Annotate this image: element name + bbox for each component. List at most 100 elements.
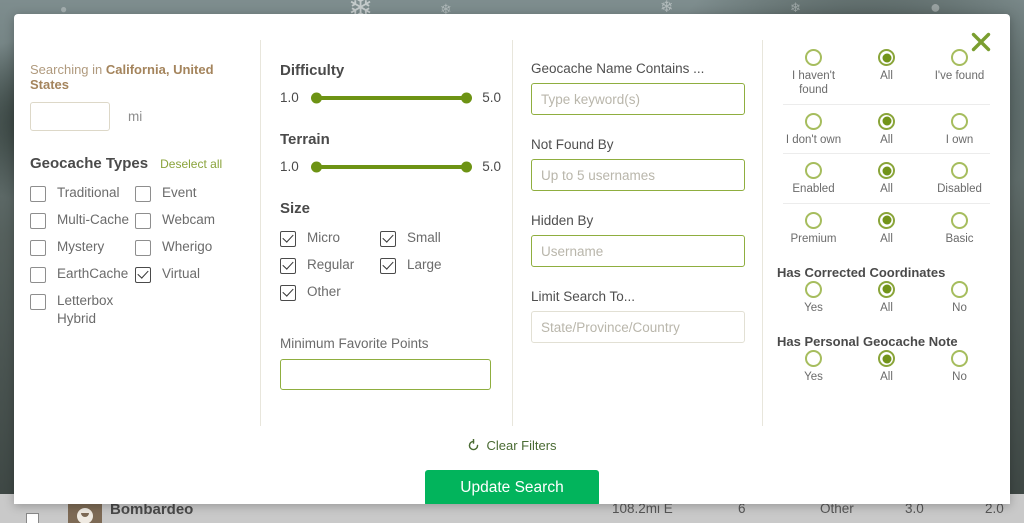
radio-label: All xyxy=(880,301,893,314)
radio-row: I don't own All I own xyxy=(777,112,996,147)
checkbox-box-icon xyxy=(30,267,46,283)
name-contains-input[interactable] xyxy=(531,83,745,115)
radio-icon xyxy=(805,280,822,298)
clear-filters-label: Clear Filters xyxy=(486,438,557,453)
checkbox-letterbox-hybrid[interactable]: Letterbox Hybrid xyxy=(30,292,135,334)
checkbox-size-large[interactable]: Large xyxy=(380,256,501,283)
radio-icon xyxy=(951,162,968,180)
difficulty-slider-handle-min[interactable] xyxy=(311,92,322,103)
radio-option-i-own[interactable]: I own xyxy=(923,112,996,147)
checkbox-label: Traditional xyxy=(57,185,120,200)
radio-option-found-all[interactable]: All xyxy=(850,49,923,98)
checkbox-size-regular[interactable]: Regular xyxy=(280,256,380,283)
checkbox-box-checked-icon xyxy=(380,258,396,274)
radio-icon xyxy=(951,211,968,229)
difficulty-slider[interactable]: 1.0 5.0 xyxy=(280,90,501,105)
radio-label: All xyxy=(880,371,893,384)
limit-search-to-label: Limit Search To... xyxy=(531,289,636,304)
distance-unit-label: mi xyxy=(128,109,143,124)
row-select-checkbox[interactable] xyxy=(26,513,39,523)
radio-label: Yes xyxy=(804,371,823,384)
radio-row: I haven't found All I've found xyxy=(777,49,996,98)
radio-label: All xyxy=(880,70,893,82)
radio-option-disabled[interactable]: Disabled xyxy=(923,162,996,196)
difficulty-slider-handle-max[interactable] xyxy=(461,92,473,103)
radio-option-i-dont-own[interactable]: I don't own xyxy=(777,112,850,147)
radio-label: Disabled xyxy=(937,183,982,196)
checkbox-webcam[interactable]: Webcam xyxy=(135,211,251,238)
radio-icon xyxy=(951,112,968,130)
checkbox-label: Multi-Cache xyxy=(57,212,130,227)
update-search-button[interactable]: Update Search xyxy=(425,470,599,504)
checkbox-multi-cache[interactable]: Multi-Cache xyxy=(30,211,135,238)
checkbox-box-icon xyxy=(135,186,151,202)
radio-option-havent-found[interactable]: I haven't found xyxy=(777,49,850,98)
checkbox-label: Micro xyxy=(307,230,340,245)
radio-option-corrected-all[interactable]: All xyxy=(850,280,923,315)
checkbox-label: Small xyxy=(407,230,441,245)
column-location-and-types: Searching in California, United States m… xyxy=(14,40,261,426)
checkbox-box-icon xyxy=(30,213,46,229)
name-contains-label: Geocache Name Contains ... xyxy=(531,61,705,76)
radio-label: Premium xyxy=(790,232,837,245)
checkbox-label: Event xyxy=(162,185,197,200)
checkbox-label: Wherigo xyxy=(162,239,213,254)
terrain-slider-track[interactable] xyxy=(311,161,473,172)
radio-label: All xyxy=(880,183,893,196)
terrain-slider[interactable]: 1.0 5.0 xyxy=(280,159,501,174)
radio-icon-selected xyxy=(878,211,895,229)
radio-option-note-yes[interactable]: Yes xyxy=(777,350,850,384)
size-grid: Micro Small Regular Large Other xyxy=(280,229,501,310)
checkbox-mystery[interactable]: Mystery xyxy=(30,238,135,265)
checkbox-box-icon xyxy=(30,294,46,310)
limit-search-to-input[interactable] xyxy=(531,311,745,343)
radio-option-note-no[interactable]: No xyxy=(923,350,996,384)
radio-label: I haven't found xyxy=(791,70,836,97)
checkbox-size-other[interactable]: Other xyxy=(280,283,380,310)
radio-option-enabled[interactable]: Enabled xyxy=(777,162,850,196)
filters-columns: Searching in California, United States m… xyxy=(14,40,1010,426)
radio-icon xyxy=(805,162,822,180)
radio-option-ive-found[interactable]: I've found xyxy=(923,49,996,98)
checkbox-traditional[interactable]: Traditional xyxy=(30,184,135,211)
not-found-by-label: Not Found By xyxy=(531,137,614,152)
radio-option-corrected-no[interactable]: No xyxy=(923,280,996,315)
terrain-slider-handle-max[interactable] xyxy=(461,161,473,172)
radio-option-membership-all[interactable]: All xyxy=(850,211,923,246)
checkbox-label: Regular xyxy=(307,257,355,272)
checkbox-box-checked-icon xyxy=(380,231,396,247)
clear-filters-button[interactable]: Clear Filters xyxy=(467,438,557,453)
geocache-types-grid: Traditional Event Multi-Cache Webcam Mys… xyxy=(30,184,251,334)
checkbox-event[interactable]: Event xyxy=(135,184,251,211)
checkbox-box-icon xyxy=(30,186,46,202)
checkbox-earthcache[interactable]: EarthCache xyxy=(30,265,135,292)
radio-icon-selected xyxy=(878,280,895,298)
radio-block-found-status: I haven't found All I've found xyxy=(777,40,996,104)
radio-block-corrected-coordinates: Has Corrected Coordinates Yes All No xyxy=(777,252,996,321)
radio-label: No xyxy=(952,371,967,384)
not-found-by-input[interactable] xyxy=(531,159,745,191)
radio-icon-selected xyxy=(878,49,895,66)
distance-input[interactable] xyxy=(30,102,110,131)
radio-option-note-all[interactable]: All xyxy=(850,350,923,384)
hidden-by-input[interactable] xyxy=(531,235,745,267)
radio-label: Yes xyxy=(804,301,823,314)
checkbox-size-micro[interactable]: Micro xyxy=(280,229,380,256)
radio-option-own-all[interactable]: All xyxy=(850,112,923,147)
radio-option-premium[interactable]: Premium xyxy=(777,211,850,246)
radio-option-basic[interactable]: Basic xyxy=(923,211,996,246)
radio-row: Enabled All Disabled xyxy=(777,162,996,196)
checkbox-virtual[interactable]: Virtual xyxy=(135,265,251,292)
radio-option-corrected-yes[interactable]: Yes xyxy=(777,280,850,315)
radio-option-enabled-all[interactable]: All xyxy=(850,162,923,196)
checkbox-box-icon xyxy=(135,213,151,229)
terrain-slider-handle-min[interactable] xyxy=(311,161,322,172)
favorite-points-input[interactable] xyxy=(280,359,491,390)
distance-row: mi xyxy=(30,102,251,131)
checkbox-box-checked-icon xyxy=(280,258,296,274)
checkbox-size-small[interactable]: Small xyxy=(380,229,501,256)
checkbox-wherigo[interactable]: Wherigo xyxy=(135,238,251,265)
deselect-all-link[interactable]: Deselect all xyxy=(160,157,222,171)
difficulty-slider-track[interactable] xyxy=(311,92,473,103)
geocache-types-title: Geocache Types xyxy=(30,155,149,172)
